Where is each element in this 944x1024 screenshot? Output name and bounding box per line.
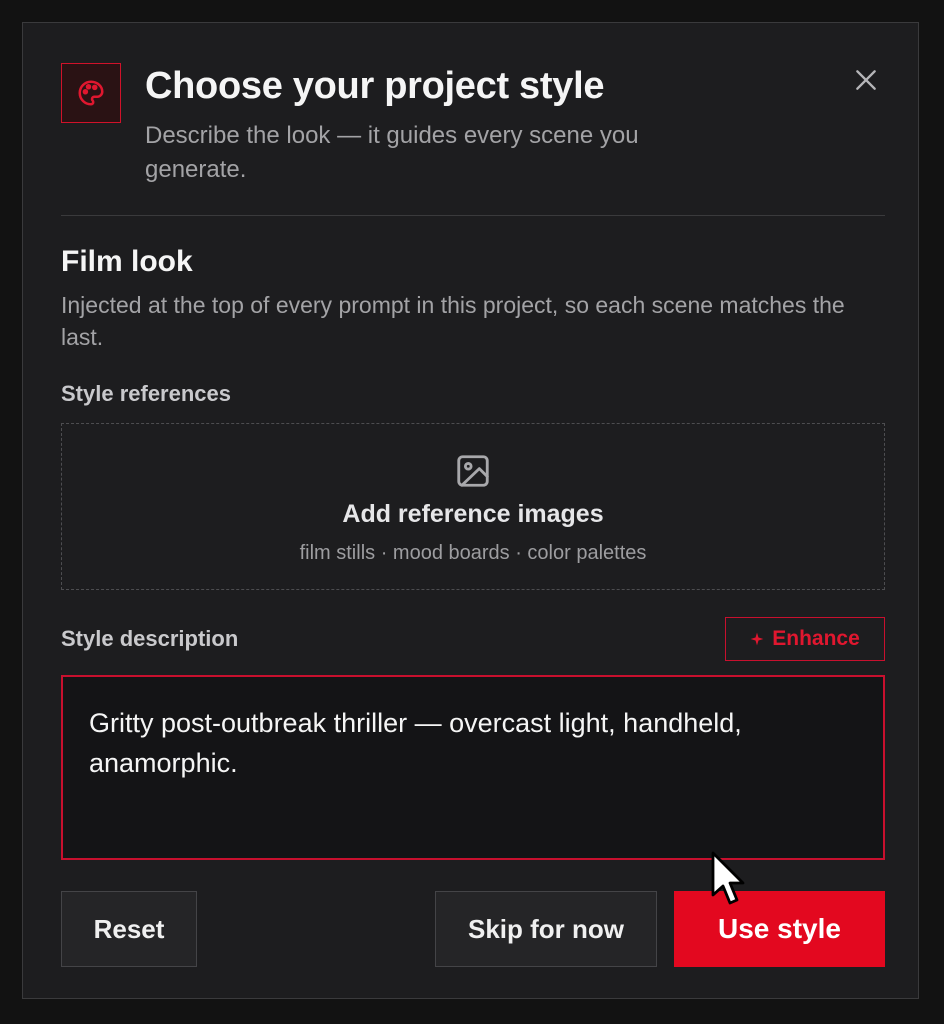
close-button[interactable] bbox=[851, 65, 881, 95]
image-icon bbox=[457, 455, 489, 487]
close-icon bbox=[856, 70, 876, 90]
style-references-label: Style references bbox=[61, 381, 231, 406]
palette-icon-box bbox=[61, 63, 121, 123]
dialog-title: Choose your project style bbox=[145, 65, 605, 107]
reference-dropzone[interactable]: Add reference images film stills · mood … bbox=[61, 423, 885, 590]
sparkle-icon bbox=[750, 632, 764, 646]
style-description-label: Style description bbox=[61, 626, 239, 651]
dropzone-title: Add reference images bbox=[342, 500, 604, 528]
reset-button[interactable]: Reset bbox=[61, 891, 197, 967]
style-description-textarea[interactable]: Gritty post-outbreak thriller — overcast… bbox=[61, 675, 885, 860]
style-dialog: Choose your project style Describe the l… bbox=[22, 22, 919, 999]
mouse-cursor-icon bbox=[711, 851, 745, 905]
enhance-button[interactable]: Enhance bbox=[725, 617, 885, 661]
use-style-button[interactable]: Use style bbox=[674, 891, 885, 967]
palette-icon bbox=[78, 80, 104, 106]
skip-button[interactable]: Skip for now bbox=[435, 891, 657, 967]
header-divider bbox=[61, 215, 885, 216]
enhance-label: Enhance bbox=[772, 627, 860, 650]
section-description: Injected at the top of every prompt in t… bbox=[61, 292, 845, 350]
dropzone-subtitle: film stills · mood boards · color palett… bbox=[299, 542, 647, 564]
section-title: Film look bbox=[61, 245, 193, 278]
dialog-subtitle: Describe the look — it guides every scen… bbox=[145, 122, 639, 183]
